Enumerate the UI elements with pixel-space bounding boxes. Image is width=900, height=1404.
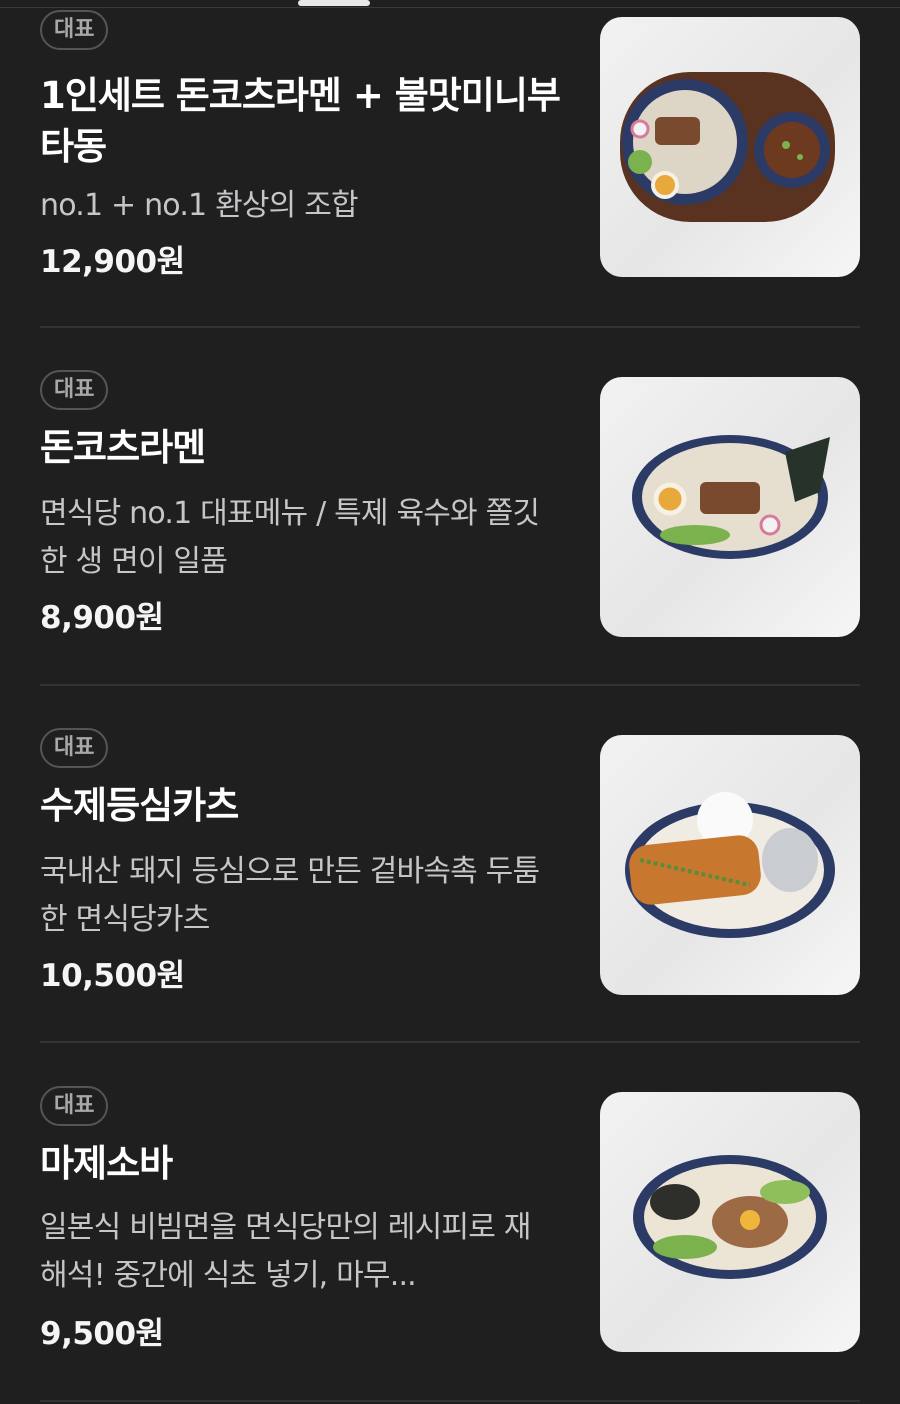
section-divider xyxy=(40,326,860,328)
menu-item-description: 일본식 비빔면을 면식당만의 레시피로 재 해석! 중간에 식초 넣기, 마무.… xyxy=(40,1210,531,1293)
menu-item-tonkotsu-ramen[interactable]: 대표 돈코츠라멘 면식당 no.1 대표메뉴 / 특제 육수와 쫄깃한 생 면이… xyxy=(40,370,860,670)
section-divider xyxy=(40,1041,860,1043)
menu-item-pork-cutlet[interactable]: 대표 수제등심카츠 국내산 돼지 등심으로 만든 겉바속촉 두툼한 면식당카츠 … xyxy=(40,728,860,1028)
menu-item-price: 10,500원 xyxy=(40,958,185,994)
pork-cutlet-photo-icon[interactable] xyxy=(600,735,860,995)
menu-item-mazesoba[interactable]: 대표 마제소바 일본식 비빔면을 면식당만의 레시피로 재 해석! 중간에 식초… xyxy=(40,1086,860,1386)
signature-badge: 대표 xyxy=(40,1086,109,1126)
menu-item-name: 돈코츠라멘 xyxy=(40,426,206,469)
menu-item-ramen-set[interactable]: 대표 1인세트 돈코츠라멘 + 불맛미니부타동 no.1 + no.1 환상의 … xyxy=(40,10,860,310)
section-divider xyxy=(40,1400,860,1402)
tonkotsu-ramen-photo-icon[interactable] xyxy=(600,377,860,637)
menu-item-price: 8,900원 xyxy=(40,600,164,636)
signature-badge: 대표 xyxy=(40,370,109,410)
mazesoba-photo-icon[interactable] xyxy=(600,1092,860,1352)
signature-badge: 대표 xyxy=(40,10,109,50)
menu-item-name: 마제소바 xyxy=(40,1142,173,1185)
menu-item-name: 수제등심카츠 xyxy=(40,784,239,827)
menu-item-price: 12,900원 xyxy=(40,244,185,280)
menu-item-description: 면식당 no.1 대표메뉴 / 특제 육수와 쫄깃한 생 면이 일품 xyxy=(40,496,540,579)
menu-item-description: no.1 + no.1 환상의 조합 xyxy=(40,188,359,223)
menu-item-price: 9,500원 xyxy=(40,1316,164,1352)
top-tab-strip xyxy=(0,0,900,8)
active-tab-indicator xyxy=(298,0,370,6)
signature-badge: 대표 xyxy=(40,728,109,768)
section-divider xyxy=(40,684,860,686)
menu-item-name: 1인세트 돈코츠라멘 + 불맛미니부타동 xyxy=(40,74,561,168)
menu-item-description: 국내산 돼지 등심으로 만든 겉바속촉 두툼한 면식당카츠 xyxy=(40,854,540,937)
ramen-set-photo-icon[interactable] xyxy=(600,17,860,277)
